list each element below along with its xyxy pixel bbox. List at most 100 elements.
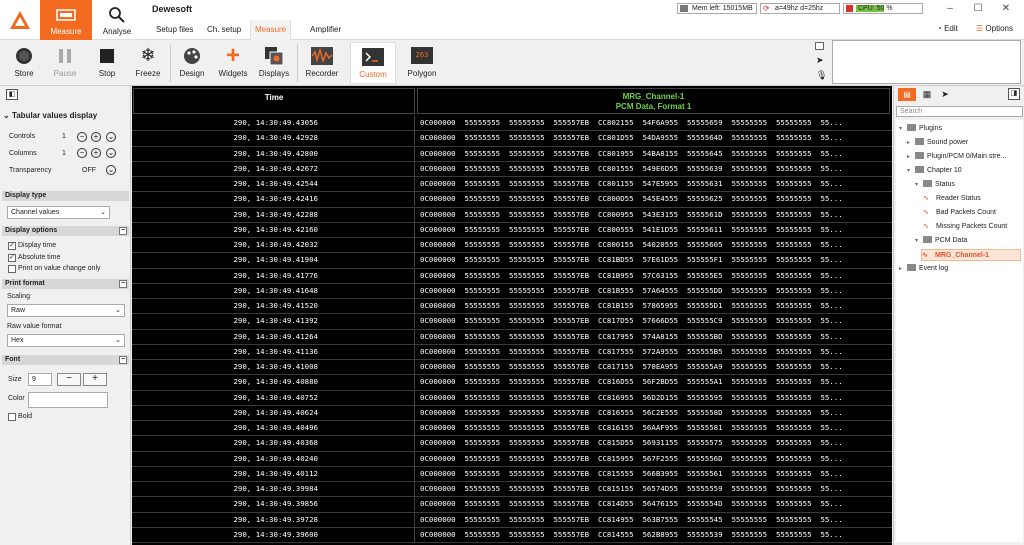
mode-analyse-button[interactable]: Analyse	[92, 0, 142, 40]
stop-label: Stop	[98, 69, 116, 78]
scaling-select[interactable]: Raw ⌄	[7, 304, 125, 317]
recorder-icon	[311, 46, 333, 65]
columns-decrease-button[interactable]: −	[77, 148, 87, 158]
pause-button[interactable]: Pause	[45, 42, 85, 84]
dewesoft-logo	[0, 0, 40, 40]
pcm-data-cell: 0C000000 55555555 55555555 555557EB CC81…	[420, 499, 843, 509]
widgets-button[interactable]: + Widgets	[213, 42, 253, 84]
tabular-values-display[interactable]: Time MRG_Channel-1 PCM Data, Format 1 29…	[132, 86, 892, 545]
custom-display-button[interactable]: Custom	[350, 42, 396, 84]
time-cell: 290, 14:30:49.39728	[133, 512, 415, 527]
scaling-label: Scaling	[7, 293, 30, 300]
controls-decrease-button[interactable]: −	[77, 132, 87, 142]
collapse-section-button[interactable]: −	[119, 280, 127, 288]
controls-dropdown-button[interactable]: ⌄	[106, 132, 116, 142]
pcm-data-cell: 0C000000 55555555 55555555 555557EB CC81…	[420, 331, 843, 341]
collapse-section-button[interactable]: −	[119, 227, 127, 235]
folder-icon	[923, 236, 932, 243]
design-button[interactable]: Design	[172, 42, 212, 84]
collapse-right-panel-button[interactable]: ◨	[1008, 88, 1020, 100]
time-cell: 290, 14:30:49.42288	[133, 207, 415, 222]
columns-increase-button[interactable]: +	[91, 148, 101, 158]
table-row: 290, 14:30:49.41136 0C000000 55555555 555…	[132, 344, 892, 360]
custom-label: Custom	[359, 70, 387, 79]
table-row: 290, 14:30:49.41008 0C000000 55555555 555…	[132, 360, 892, 376]
tree-node-sound-power[interactable]: ▸ Sound power	[907, 137, 968, 149]
options-button[interactable]: ☰ Options	[976, 24, 1013, 33]
pcm-data-cell: 0C000000 55555555 55555555 555557EB CC80…	[420, 194, 843, 204]
tree-node-event-log[interactable]: ▸ Event log	[899, 263, 948, 275]
notes-text-area[interactable]	[832, 40, 1021, 84]
recorder-display-button[interactable]: Recorder	[302, 42, 342, 84]
font-size-increase-button[interactable]: +	[83, 373, 107, 386]
minimize-button[interactable]: –	[940, 3, 960, 14]
tree-node-chapter-10[interactable]: ▾ Chapter 10	[907, 165, 962, 177]
absolute-time-checkbox[interactable]: ✓	[8, 254, 16, 262]
print-on-change-checkbox[interactable]	[8, 265, 16, 273]
table-row: 290, 14:30:49.42032 0C000000 55555555 555…	[132, 238, 892, 254]
tree-node-bad-packets[interactable]: ∿ Bad Packets Count	[923, 207, 996, 219]
table-row: 290, 14:30:49.43056 0C000000 55555555 555…	[132, 116, 892, 132]
close-button[interactable]: ✕	[996, 3, 1016, 14]
display-time-checkbox[interactable]: ✓	[8, 242, 16, 250]
store-button[interactable]: Store	[4, 42, 44, 84]
collapse-panel-button[interactable]: ◧	[6, 89, 18, 100]
pointer-icon[interactable]: ➤	[938, 88, 952, 101]
channel-search-input[interactable]: Search	[896, 106, 1023, 117]
notes-side-icons: ➤ 🎙	[813, 40, 827, 84]
table-row: 290, 14:30:49.42288 0C000000 55555555 555…	[132, 207, 892, 223]
edit-button[interactable]: ◔ Edit	[937, 24, 958, 33]
tab-amplifier[interactable]: Amplifier	[306, 20, 345, 40]
microphone-icon[interactable]: 🎙	[816, 70, 827, 81]
tree-node-reader-status[interactable]: ∿ Reader Status	[923, 193, 981, 205]
font-color-picker[interactable]	[28, 392, 108, 408]
notes-icon[interactable]	[815, 42, 824, 50]
controls-value: 1	[62, 133, 66, 140]
freeze-button[interactable]: ❄ Freeze	[128, 42, 168, 84]
tab-ch-setup[interactable]: Ch. setup	[203, 20, 245, 40]
folder-view-icon[interactable]: ▤	[898, 88, 916, 101]
tree-node-status[interactable]: ▾ Status	[915, 179, 955, 191]
mode-measure-label: Measure	[50, 27, 82, 36]
pcm-data-cell: 0C000000 55555555 55555555 555557EB CC81…	[420, 392, 843, 402]
plus-icon: +	[225, 41, 240, 69]
collapse-section-button[interactable]: −	[119, 356, 127, 364]
controls-label: Controls	[9, 133, 36, 140]
table-row: 290, 14:30:49.42928 0C000000 55555555 555…	[132, 131, 892, 147]
expand-icon: ▸	[899, 266, 903, 272]
tree-node-mrg-channel-1[interactable]: ∿ MRG_Channel-1	[921, 249, 1021, 261]
display-type-select[interactable]: Channel values ⌄	[7, 206, 110, 219]
tree-node-pcm-data[interactable]: ▾ PCM Data	[915, 235, 967, 247]
table-rows: 290, 14:30:49.43056 0C000000 55555555 555…	[132, 116, 892, 543]
memory-icon	[680, 5, 688, 12]
raw-value-format-value: Hex	[11, 337, 24, 344]
time-cell: 290, 14:30:49.43056	[133, 116, 415, 130]
time-cell: 290, 14:30:49.39856	[133, 497, 415, 512]
cursor-icon[interactable]: ➤	[816, 55, 824, 66]
tab-measure[interactable]: Measure	[250, 20, 292, 40]
font-size-input[interactable]: 9	[28, 373, 52, 386]
tree-node-missing-packets[interactable]: ∿ Missing Packets Count	[923, 221, 1007, 233]
time-cell: 290, 14:30:49.42800	[133, 146, 415, 161]
table-row: 290, 14:30:49.42160 0C000000 55555555 555…	[132, 222, 892, 238]
transparency-dropdown-button[interactable]: ⌄	[106, 165, 116, 175]
columns-dropdown-button[interactable]: ⌄	[106, 148, 116, 158]
polygon-display-button[interactable]: 263 Polygon	[402, 42, 442, 84]
pcm-data-cell: 0C000000 55555555 55555555 555557EB CC81…	[420, 362, 843, 371]
tree-node-plugins[interactable]: ▾ Plugins	[899, 123, 942, 135]
raw-value-format-select[interactable]: Hex ⌄	[7, 334, 125, 347]
maximize-button[interactable]: ☐	[968, 3, 988, 14]
bold-checkbox[interactable]	[8, 413, 16, 421]
menu-icon: ☰	[976, 24, 984, 33]
mode-measure-button[interactable]: Measure	[40, 0, 92, 40]
font-header: Font −	[2, 355, 129, 365]
controls-increase-button[interactable]: +	[91, 132, 101, 142]
list-view-icon[interactable]: ▦	[920, 88, 934, 101]
font-size-decrease-button[interactable]: −	[57, 373, 81, 386]
stop-button[interactable]: Stop	[87, 42, 127, 84]
tree-node-plugin-pcm[interactable]: ▸ Plugin/PCM 0/Main stre...	[907, 151, 1006, 163]
displays-button[interactable]: Displays	[254, 42, 294, 84]
collapse-icon: ▾	[915, 182, 919, 188]
tab-setup-files[interactable]: Setup files	[152, 20, 197, 40]
transparency-value[interactable]: OFF	[82, 167, 96, 174]
